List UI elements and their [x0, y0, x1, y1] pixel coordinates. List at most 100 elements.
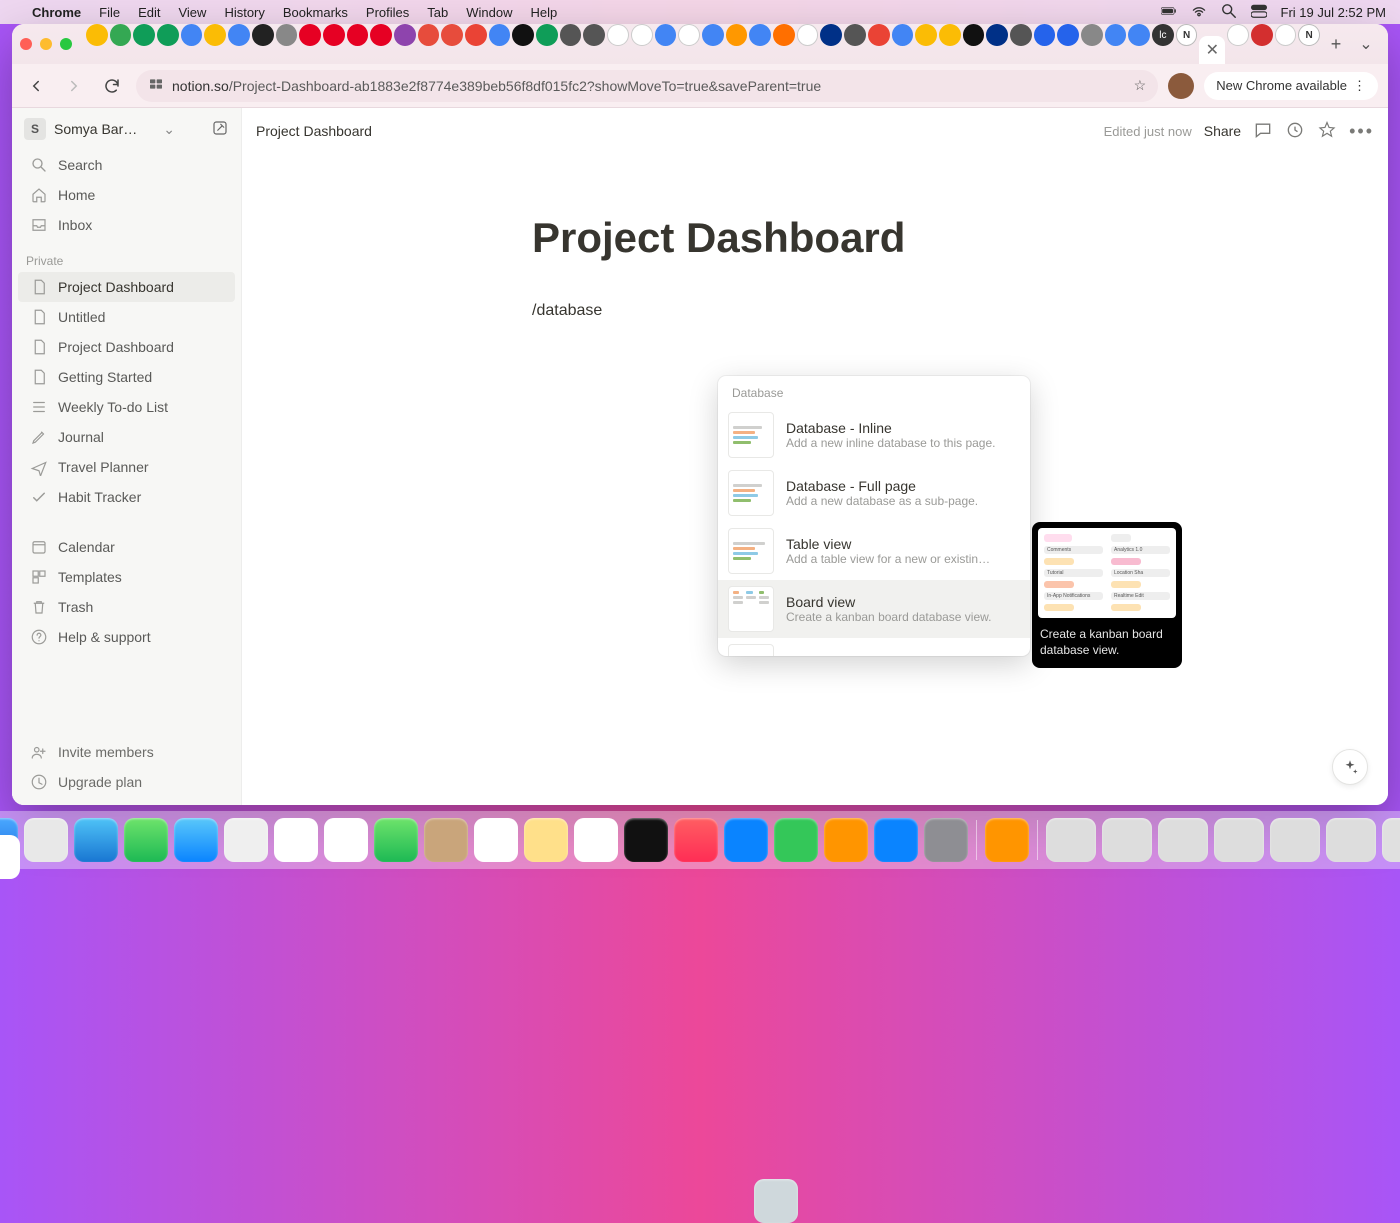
fullscreen-window-icon[interactable] [60, 38, 72, 50]
comments-icon[interactable] [1253, 120, 1273, 143]
tab-favicon[interactable] [465, 24, 487, 46]
dock-app-numbers[interactable] [774, 818, 818, 862]
sidebar-page-project-dashboard[interactable]: Project Dashboard [18, 272, 235, 302]
tab-overflow-button[interactable]: ⌄ [1352, 34, 1380, 54]
sidebar-help[interactable]: Help & support [18, 622, 235, 652]
site-info-icon[interactable] [148, 76, 164, 95]
minimize-window-icon[interactable] [40, 38, 52, 50]
dock-app-facetime[interactable] [374, 818, 418, 862]
more-icon[interactable]: ••• [1349, 121, 1374, 142]
window-controls[interactable] [20, 38, 72, 50]
forward-button[interactable] [60, 72, 88, 100]
new-tab-button[interactable]: + [1324, 34, 1348, 55]
tab-favicon[interactable] [1081, 24, 1103, 46]
favorite-icon[interactable] [1317, 120, 1337, 143]
tab-favicon[interactable] [607, 24, 629, 46]
mac-clock[interactable]: Fri 19 Jul 2:52 PM [1281, 5, 1387, 20]
sidebar-page-travel-planner[interactable]: Travel Planner [18, 452, 235, 482]
tab-favicon[interactable] [655, 24, 677, 46]
tab-favicon[interactable] [1105, 24, 1127, 46]
tab-favicon[interactable] [512, 24, 534, 46]
sidebar-search[interactable]: Search [18, 150, 235, 180]
control-center-icon[interactable] [1251, 3, 1267, 22]
tab-favicon[interactable] [986, 24, 1008, 46]
tab-favicon[interactable] [868, 24, 890, 46]
dock-app-photos[interactable] [274, 818, 318, 862]
tab-favicon[interactable] [583, 24, 605, 46]
slash-menu-item-database-inline[interactable]: Database - Inline Add a new inline datab… [718, 406, 1030, 464]
tab-favicon[interactable] [844, 24, 866, 46]
mac-menu-history[interactable]: History [224, 5, 264, 20]
tab-favicon[interactable] [678, 24, 700, 46]
dock-app-contacts[interactable] [424, 818, 468, 862]
dock-app-calendar[interactable] [324, 818, 368, 862]
tab-favicon[interactable] [204, 24, 226, 46]
sidebar-page-journal[interactable]: Journal [18, 422, 235, 452]
tab-favicon[interactable] [1034, 24, 1056, 46]
dock-app-books[interactable] [985, 818, 1029, 862]
tab-favicon[interactable] [1251, 24, 1273, 46]
dock-window-thumb[interactable] [1214, 818, 1264, 862]
dock-app-settings[interactable] [924, 818, 968, 862]
dock-window-thumb[interactable] [1102, 818, 1152, 862]
dock-app-tv[interactable] [624, 818, 668, 862]
dock-app-chrome[interactable] [0, 835, 20, 879]
mac-menu-tab[interactable]: Tab [427, 5, 448, 20]
dock-window-thumb[interactable] [1326, 818, 1376, 862]
spotlight-icon[interactable] [1221, 3, 1237, 22]
tab-favicon[interactable] [228, 24, 250, 46]
battery-icon[interactable] [1161, 3, 1177, 22]
wifi-icon[interactable] [1191, 3, 1207, 22]
dock-app-messages[interactable] [124, 818, 168, 862]
new-chrome-available-button[interactable]: New Chrome available ⋮ [1204, 72, 1378, 100]
dock-app-music[interactable] [674, 818, 718, 862]
dock-window-thumb[interactable] [1158, 818, 1208, 862]
workspace-switcher[interactable]: S Somya Bar… ⌄ [12, 108, 241, 150]
tab-favicon[interactable] [86, 24, 108, 46]
close-tab-icon[interactable]: ✕ [1206, 40, 1219, 60]
active-tab[interactable]: ✕ [1199, 36, 1225, 64]
dock-app-appstore[interactable] [874, 818, 918, 862]
sidebar-page-getting-started[interactable]: Getting Started [18, 362, 235, 392]
sidebar-upgrade-plan[interactable]: Upgrade plan [18, 767, 235, 797]
slash-menu-item-database-fullpage[interactable]: Database - Full page Add a new database … [718, 464, 1030, 522]
dock-app-maps[interactable] [224, 818, 268, 862]
tab-favicon[interactable] [181, 24, 203, 46]
tab-favicon[interactable] [631, 24, 653, 46]
sidebar-page-habit-tracker[interactable]: Habit Tracker [18, 482, 235, 512]
tab-favicon[interactable] [536, 24, 558, 46]
tab-favicon[interactable] [276, 24, 298, 46]
address-bar[interactable]: notion.so/Project-Dashboard-ab1883e2f877… [136, 70, 1158, 102]
close-window-icon[interactable] [20, 38, 32, 50]
tab-favicon[interactable]: N [1176, 24, 1198, 46]
tab-favicon[interactable] [1057, 24, 1079, 46]
mac-app-name[interactable]: Chrome [32, 5, 81, 20]
sidebar-trash[interactable]: Trash [18, 592, 235, 622]
tab-favicon[interactable] [963, 24, 985, 46]
updates-icon[interactable] [1285, 120, 1305, 143]
tab-favicon[interactable] [489, 24, 511, 46]
dock-app-keynote[interactable] [724, 818, 768, 862]
tab-favicon[interactable] [1227, 24, 1249, 46]
tab-favicon[interactable] [773, 24, 795, 46]
ai-fab-button[interactable] [1332, 749, 1368, 785]
sidebar-page-project-dashboard-2[interactable]: Project Dashboard [18, 332, 235, 362]
tab-favicon[interactable] [749, 24, 771, 46]
slash-menu-item-table-view[interactable]: Table view Add a table view for a new or… [718, 522, 1030, 580]
tab-favicon[interactable] [939, 24, 961, 46]
tab-favicon[interactable] [726, 24, 748, 46]
tab-favicon[interactable] [252, 24, 274, 46]
dock-window-thumb[interactable] [1270, 818, 1320, 862]
tab-favicon[interactable] [323, 24, 345, 46]
tab-favicon[interactable]: N [1298, 24, 1320, 46]
tab-favicon[interactable]: lc [1152, 24, 1174, 46]
tab-favicon[interactable] [370, 24, 392, 46]
sidebar-calendar[interactable]: Calendar [18, 532, 235, 562]
sidebar-page-weekly-todo[interactable]: Weekly To-do List [18, 392, 235, 422]
dock-app-reminders[interactable] [474, 818, 518, 862]
mac-menu-window[interactable]: Window [466, 5, 512, 20]
tab-favicon[interactable] [892, 24, 914, 46]
tab-favicon[interactable] [347, 24, 369, 46]
tab-favicon[interactable] [702, 24, 724, 46]
tab-favicon[interactable] [1010, 24, 1032, 46]
